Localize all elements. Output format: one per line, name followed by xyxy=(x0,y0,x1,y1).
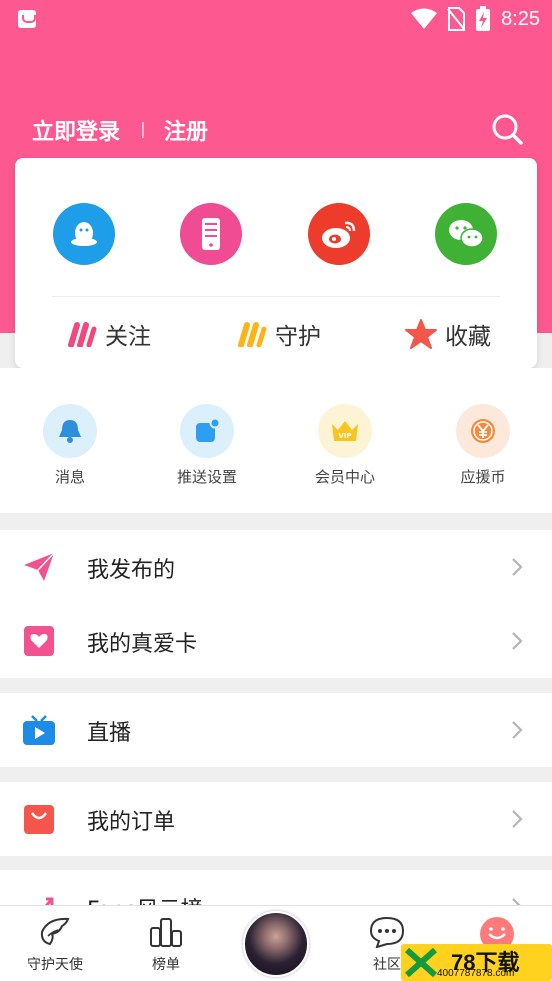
nav-ranking[interactable]: 榜单 xyxy=(121,916,211,974)
community-chat-icon xyxy=(369,916,405,949)
heart-card-icon xyxy=(24,626,54,656)
wifi-icon xyxy=(411,8,438,29)
wechat-icon xyxy=(449,220,484,248)
register-link[interactable]: 注册 xyxy=(164,114,208,146)
chevron-right-icon xyxy=(512,721,523,739)
menu-my-orders[interactable]: 我的订单 xyxy=(0,782,552,856)
star-icon xyxy=(405,319,437,349)
menu-live[interactable]: 直播 xyxy=(0,693,552,767)
header: 立即登录 注册 xyxy=(0,108,552,152)
qq-icon xyxy=(71,222,97,246)
menu-label: Fans风云榜 xyxy=(87,892,203,905)
site-watermark: 78下载 4007787878.com xyxy=(401,944,552,981)
menu-group-posts: 我发布的 我的真爱卡 xyxy=(0,530,552,678)
login-link[interactable]: 立即登录 xyxy=(32,114,120,146)
watermark-logo-icon xyxy=(405,947,437,978)
menu-label: 我的真爱卡 xyxy=(87,632,198,657)
vip-crown-icon: VIP xyxy=(332,421,358,441)
weibo-icon xyxy=(322,221,356,248)
weibo-login-button[interactable] xyxy=(308,203,370,265)
nav-guardian-angel[interactable]: 守护天使 xyxy=(10,916,100,974)
shortcut-label: 推送设置 xyxy=(176,468,237,486)
angel-wing-icon xyxy=(40,917,70,946)
menu-group-fans-ranking: Fans风云榜 xyxy=(0,870,552,905)
watermark-subtext: 4007787878.com xyxy=(437,968,515,979)
trend-icon xyxy=(33,897,54,905)
shortcut-bar: 消息 推送设置 VIP 会员中心 应援币 xyxy=(0,368,552,513)
menu-my-love-card[interactable]: 我的真爱卡 xyxy=(0,604,552,678)
nav-label: 守护天使 xyxy=(27,957,83,973)
svg-text:VIP: VIP xyxy=(338,432,351,440)
wechat-login-button[interactable] xyxy=(435,203,497,265)
ranking-icon xyxy=(150,918,182,947)
phone-login-button[interactable] xyxy=(180,203,242,265)
shortcut-push-settings[interactable]: 推送设置 xyxy=(147,404,267,487)
shortcut-messages[interactable]: 消息 xyxy=(10,404,130,487)
phone-icon xyxy=(202,218,220,250)
qq-login-button[interactable] xyxy=(53,203,115,265)
menu-label: 我的订单 xyxy=(87,810,176,835)
status-bar: 8:25 xyxy=(0,0,552,40)
menu-label: 直播 xyxy=(87,721,132,746)
battery-charging-icon xyxy=(476,6,491,31)
chevron-right-icon xyxy=(512,810,523,828)
guard-label: 守护 xyxy=(275,324,321,350)
menu-fans-ranking[interactable]: Fans风云榜 xyxy=(0,870,552,905)
guard-icon xyxy=(238,322,267,347)
menu-label: 我发布的 xyxy=(87,558,176,583)
shortcut-label: 消息 xyxy=(54,468,85,486)
push-settings-icon xyxy=(196,417,221,442)
chevron-right-icon xyxy=(512,632,523,650)
header-separator xyxy=(142,122,144,138)
menu-my-posts[interactable]: 我发布的 xyxy=(0,530,552,604)
clock: 8:25 xyxy=(501,7,540,30)
follow-icon xyxy=(68,322,97,347)
shortcut-label: 应援币 xyxy=(460,468,506,486)
notification-app-icon xyxy=(18,10,36,28)
chevron-right-icon xyxy=(512,558,523,576)
follow-stat[interactable]: 关注 xyxy=(65,318,151,350)
menu-group-live: 直播 xyxy=(0,693,552,767)
center-avatar-button[interactable] xyxy=(243,911,309,977)
bell-icon xyxy=(59,420,81,443)
menu-group-orders: 我的订单 xyxy=(0,782,552,856)
favorites-stat[interactable]: 收藏 xyxy=(405,318,491,350)
send-icon xyxy=(24,552,55,581)
nav-label: 榜单 xyxy=(152,957,180,973)
status-icons: 8:25 xyxy=(411,6,540,32)
favorites-label: 收藏 xyxy=(445,324,491,350)
card-divider xyxy=(52,296,500,297)
shopping-bag-icon xyxy=(24,805,54,834)
shortcut-label: 会员中心 xyxy=(314,468,375,486)
login-card: 关注 守护 收藏 xyxy=(15,158,537,368)
tv-icon xyxy=(23,715,55,745)
guard-stat[interactable]: 守护 xyxy=(235,318,321,350)
no-sim-icon xyxy=(447,7,466,31)
yuan-coin-icon xyxy=(471,419,495,443)
chevron-right-icon xyxy=(512,898,521,905)
shortcut-vip-center[interactable]: VIP 会员中心 xyxy=(285,404,405,487)
search-icon[interactable] xyxy=(490,112,524,146)
shortcut-support-coins[interactable]: 应援币 xyxy=(423,404,543,487)
follow-label: 关注 xyxy=(105,324,151,350)
